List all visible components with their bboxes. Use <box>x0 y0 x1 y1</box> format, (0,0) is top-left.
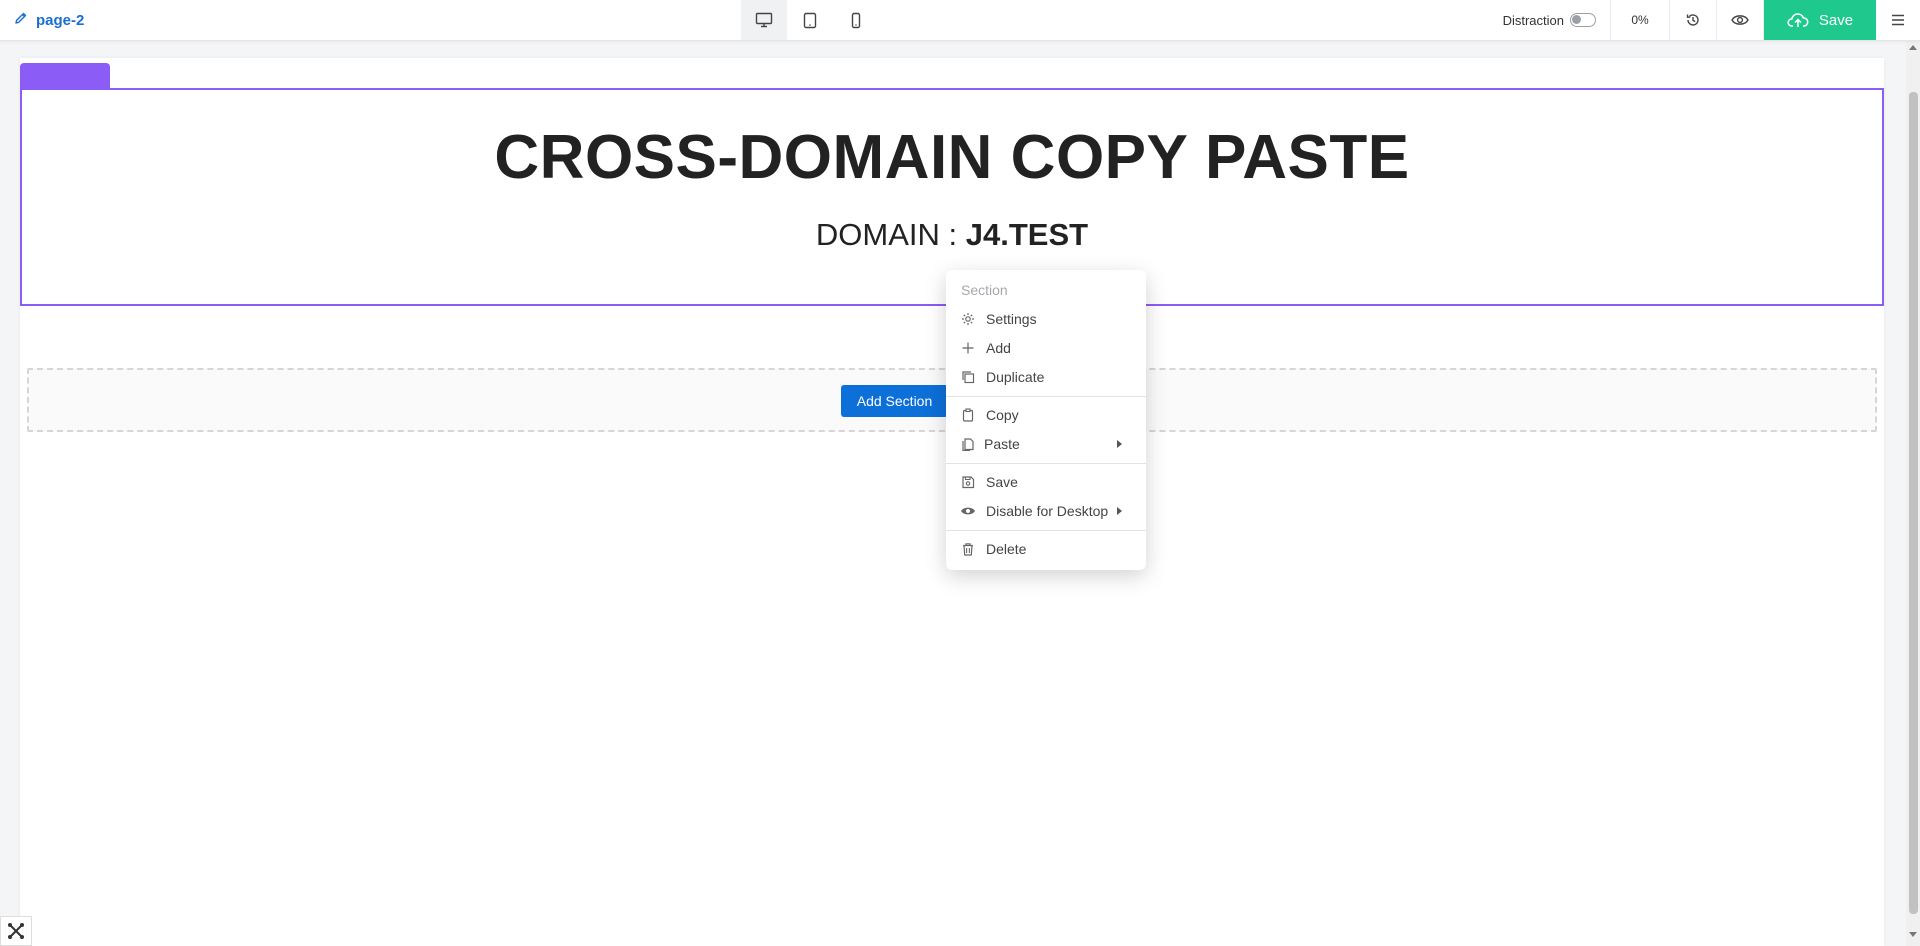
menu-item-label: Duplicate <box>986 369 1045 385</box>
eye-icon <box>960 503 976 519</box>
zoom-level: 0% <box>1611 0 1670 40</box>
menu-item-delete[interactable]: Delete <box>946 535 1146 563</box>
menu-item-label: Paste <box>984 436 1020 452</box>
gear-icon <box>960 311 976 327</box>
menu-item-label: Add <box>986 340 1011 356</box>
mobile-icon <box>851 12 861 28</box>
distraction-label: Distraction <box>1502 12 1564 28</box>
history-button[interactable] <box>1670 0 1717 40</box>
vertical-scrollbar[interactable] <box>1906 40 1920 946</box>
menu-item-add[interactable]: Add <box>946 334 1146 362</box>
menu-item-save[interactable]: Save <box>946 468 1146 496</box>
menu-item-label: Delete <box>986 541 1027 557</box>
hamburger-icon <box>1892 14 1904 26</box>
preview-button[interactable] <box>1717 0 1764 40</box>
clipboard-icon <box>960 407 976 423</box>
domain-subheading: DOMAIN : J4.TEST <box>22 217 1882 253</box>
menu-item-label: Save <box>986 474 1018 490</box>
menu-item-disable-desktop[interactable]: Disable for Desktop <box>946 497 1146 525</box>
context-menu: Section Settings Add Duplicate Copy Past… <box>946 270 1146 570</box>
desktop-icon <box>755 12 773 28</box>
context-menu-title: Section <box>961 282 1008 298</box>
save-icon <box>960 474 976 490</box>
save-button-label: Save <box>1818 11 1854 29</box>
trash-icon <box>960 541 976 557</box>
eye-icon <box>1731 15 1749 25</box>
domain-value: J4.TEST <box>965 217 1089 252</box>
menu-item-label: Disable for Desktop <box>986 503 1109 519</box>
menu-divider <box>946 530 1146 531</box>
add-section-button[interactable]: Add Section <box>841 385 948 417</box>
plus-icon <box>960 340 976 356</box>
page-headline: CROSS-DOMAIN COPY PASTE <box>494 123 1410 192</box>
menu-item-duplicate[interactable]: Duplicate <box>946 363 1146 391</box>
scroll-up-arrow-icon[interactable] <box>1909 45 1917 50</box>
history-icon <box>1686 14 1699 26</box>
domain-prefix: DOMAIN : <box>815 217 966 252</box>
menu-divider <box>946 396 1146 397</box>
desktop-view-button[interactable] <box>741 0 787 40</box>
section-handle[interactable] <box>20 63 110 89</box>
pencil-icon <box>14 11 28 29</box>
menu-divider <box>946 463 1146 464</box>
cloud-upload-icon <box>1787 13 1809 27</box>
paste-icon <box>960 436 976 452</box>
tablet-icon <box>803 12 817 28</box>
duplicate-icon <box>960 369 976 385</box>
distraction-toggle-group: Distraction <box>1503 0 1611 40</box>
submenu-arrow-icon <box>1117 440 1122 448</box>
menu-item-settings[interactable]: Settings <box>946 305 1146 333</box>
right-tools: Distraction 0% Save <box>1503 0 1920 40</box>
scrollbar-thumb[interactable] <box>1909 92 1918 914</box>
menu-item-label: Settings <box>986 311 1037 327</box>
page-name-label: page-2 <box>36 11 85 29</box>
menu-item-paste[interactable]: Paste <box>946 430 1146 458</box>
menu-item-label: Copy <box>986 407 1019 423</box>
page-name[interactable]: page-2 <box>14 0 84 40</box>
submenu-arrow-icon <box>1117 507 1122 515</box>
device-switcher <box>741 0 879 40</box>
hamburger-menu-button[interactable] <box>1876 0 1920 40</box>
top-toolbar: page-2 Distraction 0% Save <box>0 0 1920 41</box>
mobile-view-button[interactable] <box>833 0 879 40</box>
scroll-down-arrow-icon[interactable] <box>1909 932 1917 937</box>
tablet-view-button[interactable] <box>787 0 833 40</box>
distraction-toggle[interactable] <box>1570 13 1596 27</box>
joomla-logo-icon[interactable] <box>0 916 32 946</box>
save-button[interactable]: Save <box>1764 0 1876 40</box>
menu-item-copy[interactable]: Copy <box>946 401 1146 429</box>
